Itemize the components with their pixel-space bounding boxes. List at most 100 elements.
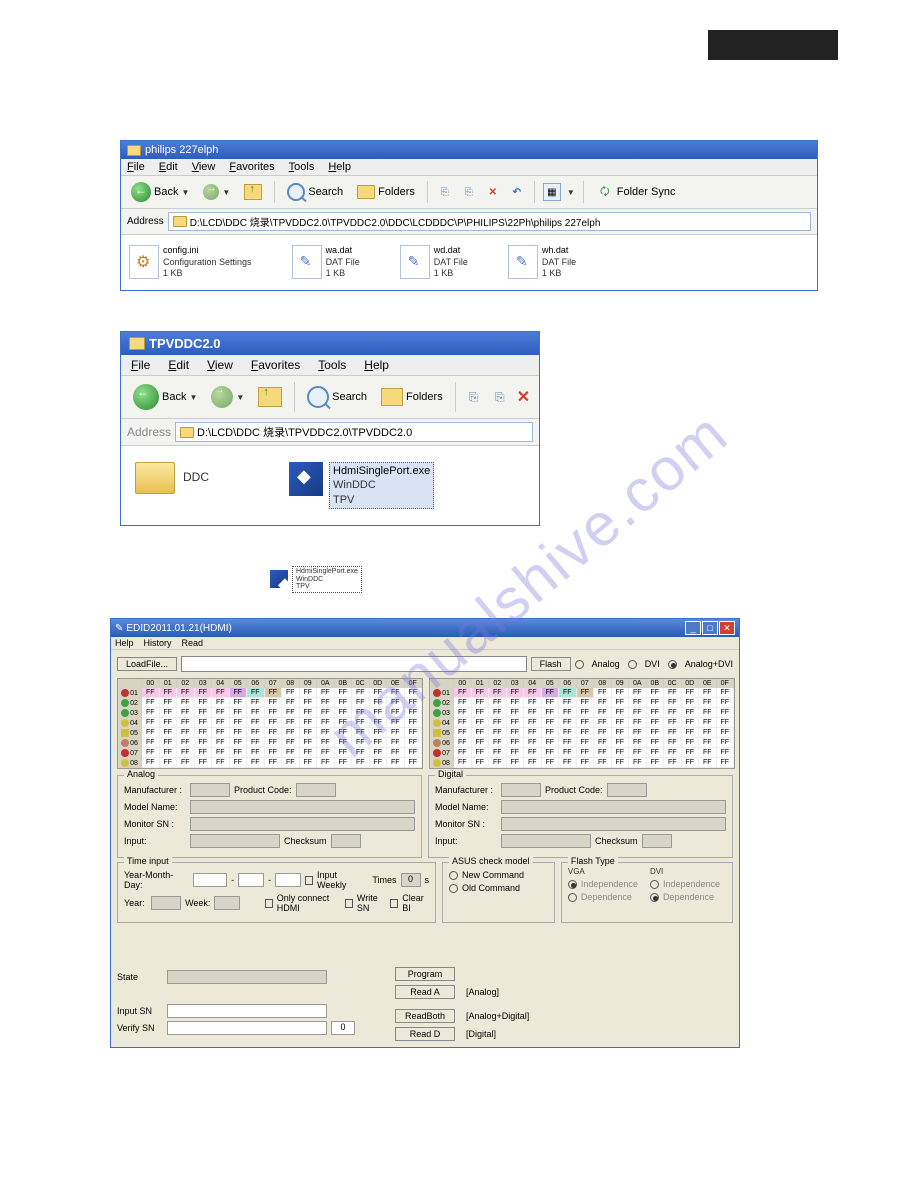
close-button[interactable]: ✕ — [719, 621, 735, 635]
menu-edit[interactable]: Edit — [159, 161, 178, 173]
input-manufacturer[interactable] — [501, 783, 541, 797]
menu-tools[interactable]: Tools — [318, 358, 346, 372]
input-day[interactable] — [275, 873, 301, 887]
filepath-input[interactable] — [181, 656, 527, 672]
menu-view[interactable]: View — [207, 358, 233, 372]
input-manufacturer[interactable] — [190, 783, 230, 797]
input-verifysn[interactable] — [167, 1021, 327, 1035]
input-year[interactable] — [193, 873, 227, 887]
undo-icon[interactable]: ↶ — [508, 183, 526, 201]
delete-icon[interactable]: ✕ — [484, 183, 502, 201]
step-icon-row: HdmiSinglePort.exeWinDDCTPV — [270, 566, 818, 593]
radio-vga-dep[interactable] — [568, 893, 577, 902]
input-times[interactable]: 0 — [401, 873, 421, 887]
folders-button[interactable]: Folders — [377, 386, 447, 408]
folder-ddc[interactable]: DDC — [135, 462, 209, 509]
sync-icon: 🗘 — [596, 183, 614, 201]
menu-file[interactable]: File — [131, 358, 150, 372]
file-wd-dat[interactable]: wd.datDAT File1 KB — [400, 245, 468, 280]
file-area[interactable]: config.iniConfiguration Settings1 KB wa.… — [121, 235, 817, 290]
back-button[interactable]: Back▼ — [129, 382, 201, 412]
file-wh-dat[interactable]: wh.datDAT File1 KB — [508, 245, 576, 280]
label-state: State — [117, 972, 163, 982]
radio-dvi-dep[interactable] — [650, 893, 659, 902]
folders-label: Folders — [406, 391, 443, 403]
up-button[interactable] — [240, 182, 266, 202]
exe-icon[interactable] — [270, 570, 288, 588]
input-inputsn[interactable] — [167, 1004, 327, 1018]
maximize-button[interactable]: □ — [702, 621, 718, 635]
back-button[interactable]: Back▼ — [127, 180, 193, 204]
input-input[interactable] — [501, 834, 591, 848]
input-week[interactable] — [214, 896, 240, 910]
radio-analog[interactable] — [575, 660, 584, 669]
menu-history[interactable]: History — [144, 638, 172, 648]
up-button[interactable] — [254, 385, 286, 409]
flash-button[interactable]: Flash — [531, 657, 571, 671]
menu-help[interactable]: Help — [328, 161, 351, 173]
file-hdmisingleport-exe[interactable]: HdmiSinglePort.exeWinDDCTPV — [289, 462, 434, 509]
foldersync-button[interactable]: 🗘Folder Sync — [592, 181, 680, 203]
input-checksum[interactable] — [642, 834, 672, 848]
folders-button[interactable]: Folders — [353, 183, 419, 201]
radio-newcmd[interactable] — [449, 871, 458, 880]
views-icon[interactable]: ▦ — [543, 183, 561, 201]
dat-file-icon — [400, 245, 430, 279]
readd-button[interactable]: Read D — [395, 1027, 455, 1041]
menu-favorites[interactable]: Favorites — [251, 358, 300, 372]
input-modelname[interactable] — [190, 800, 415, 814]
input-productcode[interactable] — [607, 783, 647, 797]
forward-button[interactable]: ▼ — [207, 384, 248, 410]
readboth-button[interactable]: ReadBoth — [395, 1009, 455, 1023]
input-productcode[interactable] — [296, 783, 336, 797]
checkbox-inputweekly[interactable] — [305, 876, 313, 885]
menu-view[interactable]: View — [192, 161, 216, 173]
address-input[interactable]: D:\LCD\DDC 烧录\TPVDDC2.0\TPVDDC2.0\DDC\LC… — [168, 212, 811, 231]
minimize-button[interactable]: _ — [685, 621, 701, 635]
radio-vga-ind[interactable] — [568, 880, 577, 889]
file-config-ini[interactable]: config.iniConfiguration Settings1 KB — [129, 245, 252, 280]
copy-icon[interactable]: ⎘ — [460, 183, 478, 201]
search-button[interactable]: Search — [303, 384, 371, 410]
menu-help[interactable]: Help — [115, 638, 134, 648]
input-modelname[interactable] — [501, 800, 726, 814]
move-icon[interactable]: ⎘ — [436, 183, 454, 201]
app-titlebar[interactable]: ✎EDID2011.01.21(HDMI) _ □ ✕ — [111, 619, 739, 637]
program-button[interactable]: Program — [395, 967, 455, 981]
copy-icon[interactable]: ⎘ — [490, 388, 510, 406]
radio-dvi[interactable] — [628, 660, 637, 669]
menu-help[interactable]: Help — [364, 358, 389, 372]
input-monitorsn[interactable] — [190, 817, 415, 831]
file-wa-dat[interactable]: wa.datDAT File1 KB — [292, 245, 360, 280]
radio-oldcmd[interactable] — [449, 884, 458, 893]
input-month[interactable] — [238, 873, 264, 887]
loadfile-button[interactable]: LoadFile... — [117, 657, 177, 671]
input-state[interactable] — [167, 970, 327, 984]
checkbox-clearbi[interactable] — [390, 899, 398, 908]
menu-edit[interactable]: Edit — [168, 358, 189, 372]
radio-dvi-ind[interactable] — [650, 880, 659, 889]
file-area[interactable]: DDC HdmiSinglePort.exeWinDDCTPV — [121, 446, 539, 525]
move-icon[interactable]: ⎘ — [464, 388, 484, 406]
input-input[interactable] — [190, 834, 280, 848]
titlebar[interactable]: TPVDDC2.0 — [121, 332, 539, 355]
radio-analogdvi[interactable] — [668, 660, 677, 669]
checkbox-onlyhdmi[interactable] — [265, 899, 273, 908]
search-button[interactable]: Search — [283, 181, 347, 203]
input-checksum[interactable] — [331, 834, 361, 848]
input-verifycount[interactable]: 0 — [331, 1021, 355, 1035]
delete-icon[interactable]: ✕ — [516, 388, 531, 406]
input-year2[interactable] — [151, 896, 181, 910]
checkbox-writesn[interactable] — [345, 899, 353, 908]
menu-tools[interactable]: Tools — [289, 161, 315, 173]
address-input[interactable]: D:\LCD\DDC 烧录\TPVDDC2.0\TPVDDC2.0 — [175, 422, 533, 442]
menu-favorites[interactable]: Favorites — [229, 161, 274, 173]
forward-button[interactable]: ▼ — [199, 182, 234, 202]
titlebar[interactable]: philips 227elph — [121, 141, 817, 159]
back-label: Back — [162, 391, 186, 403]
radio-analog-label: Analog — [592, 659, 620, 669]
input-monitorsn[interactable] — [501, 817, 726, 831]
reada-button[interactable]: Read A — [395, 985, 455, 999]
menu-file[interactable]: File — [127, 161, 145, 173]
menu-read[interactable]: Read — [182, 638, 204, 648]
